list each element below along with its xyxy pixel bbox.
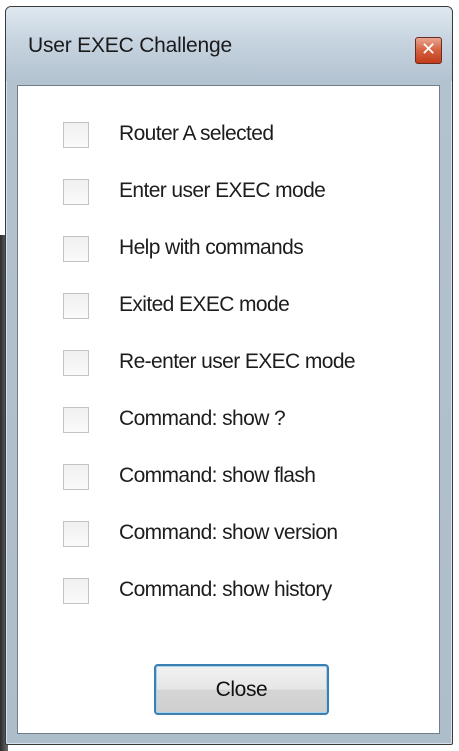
checklist-item-router-a-selected[interactable]: Router A selected	[18, 116, 439, 156]
title-bar[interactable]: User EXEC Challenge ✕	[6, 7, 452, 81]
checklist-item-label: Enter user EXEC mode	[119, 179, 326, 202]
checklist-item-label: Command: show version	[119, 521, 338, 544]
checkbox[interactable]	[63, 293, 89, 319]
checkbox[interactable]	[63, 407, 89, 433]
checkbox[interactable]	[63, 521, 89, 547]
checklist-item-label: Help with commands	[119, 236, 304, 259]
close-window-icon[interactable]: ✕	[415, 37, 442, 64]
checklist-item-label: Router A selected	[119, 122, 274, 145]
checklist-item-exited-exec-mode[interactable]: Exited EXEC mode	[18, 287, 439, 327]
checklist-item-label: Command: show history	[119, 578, 332, 601]
checklist-item-command-show-version[interactable]: Command: show version	[18, 515, 439, 555]
checklist-item-command-show-flash[interactable]: Command: show flash	[18, 458, 439, 498]
checklist-item-label: Command: show flash	[119, 464, 316, 487]
checkbox[interactable]	[63, 578, 89, 604]
checklist-item-label: Exited EXEC mode	[119, 293, 290, 316]
checklist-item-enter-user-exec-mode[interactable]: Enter user EXEC mode	[18, 173, 439, 213]
close-button[interactable]: Close	[154, 664, 329, 715]
checkbox[interactable]	[63, 464, 89, 490]
checklist-item-help-with-commands[interactable]: Help with commands	[18, 230, 439, 270]
checklist-item-label: Command: show ?	[119, 407, 286, 430]
dialog-body: Router A selected Enter user EXEC mode H…	[17, 85, 440, 734]
checkbox[interactable]	[63, 350, 89, 376]
checklist-item-re-enter-user-exec-mode[interactable]: Re-enter user EXEC mode	[18, 344, 439, 384]
checklist-item-command-show-history[interactable]: Command: show history	[18, 572, 439, 612]
checklist-item-command-show-help[interactable]: Command: show ?	[18, 401, 439, 441]
checkbox[interactable]	[63, 236, 89, 262]
window-title: User EXEC Challenge	[28, 34, 232, 57]
checklist-item-label: Re-enter user EXEC mode	[119, 350, 356, 373]
checkbox[interactable]	[63, 122, 89, 148]
checkbox[interactable]	[63, 179, 89, 205]
screen: User EXEC Challenge ✕ Router A selected …	[0, 0, 459, 751]
dialog-window: User EXEC Challenge ✕ Router A selected …	[5, 6, 453, 745]
